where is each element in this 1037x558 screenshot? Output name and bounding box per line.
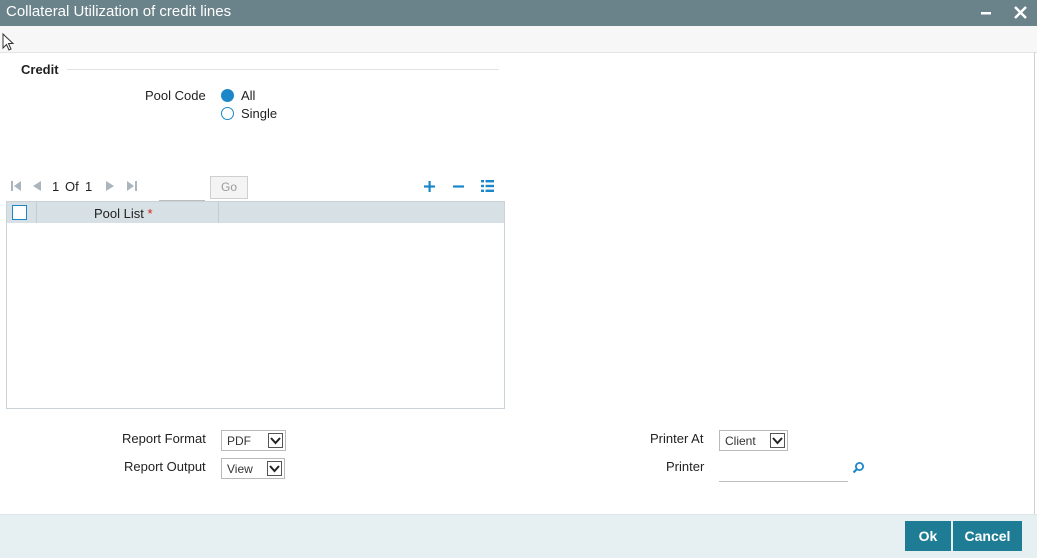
next-page-button[interactable] <box>104 180 116 195</box>
report-format-value: PDF <box>227 434 251 448</box>
previous-page-icon <box>33 181 41 191</box>
printer-at-value: Client <box>725 434 756 448</box>
title-bar: Collateral Utilization of credit lines <box>0 0 1037 26</box>
chevron-down-icon <box>772 437 783 445</box>
pager-of-label: Of <box>65 179 79 194</box>
pool-code-single-radio[interactable] <box>221 107 234 120</box>
report-format-label: Report Format <box>122 431 206 446</box>
pool-code-label: Pool Code <box>145 88 206 103</box>
pool-list-column-header[interactable]: Pool List * <box>94 206 153 221</box>
dropdown-button <box>267 461 282 476</box>
first-page-button[interactable] <box>10 180 22 195</box>
printer-at-select[interactable]: Client <box>719 430 788 451</box>
search-icon <box>852 462 864 474</box>
mouse-cursor-icon <box>2 33 14 51</box>
grid-header-row: Pool List * <box>7 202 504 223</box>
list-view-icon <box>481 180 494 192</box>
printer-input[interactable] <box>719 460 848 482</box>
pool-code-single-label[interactable]: Single <box>241 106 277 121</box>
report-format-select[interactable]: PDF <box>221 430 286 451</box>
go-to-page-input[interactable] <box>159 180 205 201</box>
dropdown-button <box>770 433 785 448</box>
single-view-button[interactable] <box>480 179 495 196</box>
close-icon <box>1013 6 1027 19</box>
last-page-icon <box>127 181 137 191</box>
last-page-button[interactable] <box>126 180 138 195</box>
minimize-icon <box>981 12 991 15</box>
first-page-icon <box>11 181 21 191</box>
pool-code-all-radio[interactable] <box>221 89 234 102</box>
printer-search-button[interactable] <box>852 461 865 477</box>
add-row-button[interactable] <box>423 180 436 196</box>
section-title-credit: Credit <box>21 62 59 77</box>
minimize-button[interactable] <box>976 2 996 23</box>
plus-icon <box>424 181 435 192</box>
dropdown-button <box>268 433 283 448</box>
delete-row-button[interactable] <box>452 180 465 196</box>
printer-label: Printer <box>666 459 705 474</box>
ok-button[interactable]: Ok <box>905 521 951 551</box>
window-title: Collateral Utilization of credit lines <box>6 3 232 20</box>
footer-bar <box>0 514 1037 558</box>
printer-at-label: Printer At <box>650 431 704 446</box>
close-button[interactable] <box>1010 2 1030 24</box>
pager-total-pages: 1 <box>85 179 93 194</box>
section-divider <box>67 69 499 70</box>
next-page-icon <box>106 181 114 191</box>
toolbar <box>0 26 1037 53</box>
report-output-select[interactable]: View <box>221 458 285 479</box>
right-border <box>1034 52 1035 515</box>
pager-current-page: 1 <box>52 179 60 194</box>
report-output-label: Report Output <box>124 459 206 474</box>
required-marker: * <box>147 206 153 221</box>
column-divider <box>218 202 219 223</box>
previous-page-button[interactable] <box>31 180 43 195</box>
chevron-down-icon <box>269 465 280 473</box>
cancel-button[interactable]: Cancel <box>953 521 1022 551</box>
minus-icon <box>453 185 464 188</box>
pool-list-header-text: Pool List <box>94 206 144 221</box>
column-divider <box>36 202 37 223</box>
chevron-down-icon <box>270 437 281 445</box>
pool-list-grid: Pool List * <box>6 201 505 409</box>
report-output-value: View <box>227 462 253 476</box>
go-button[interactable]: Go <box>210 176 248 199</box>
select-all-checkbox[interactable] <box>12 205 27 220</box>
pool-code-all-label[interactable]: All <box>241 88 255 103</box>
